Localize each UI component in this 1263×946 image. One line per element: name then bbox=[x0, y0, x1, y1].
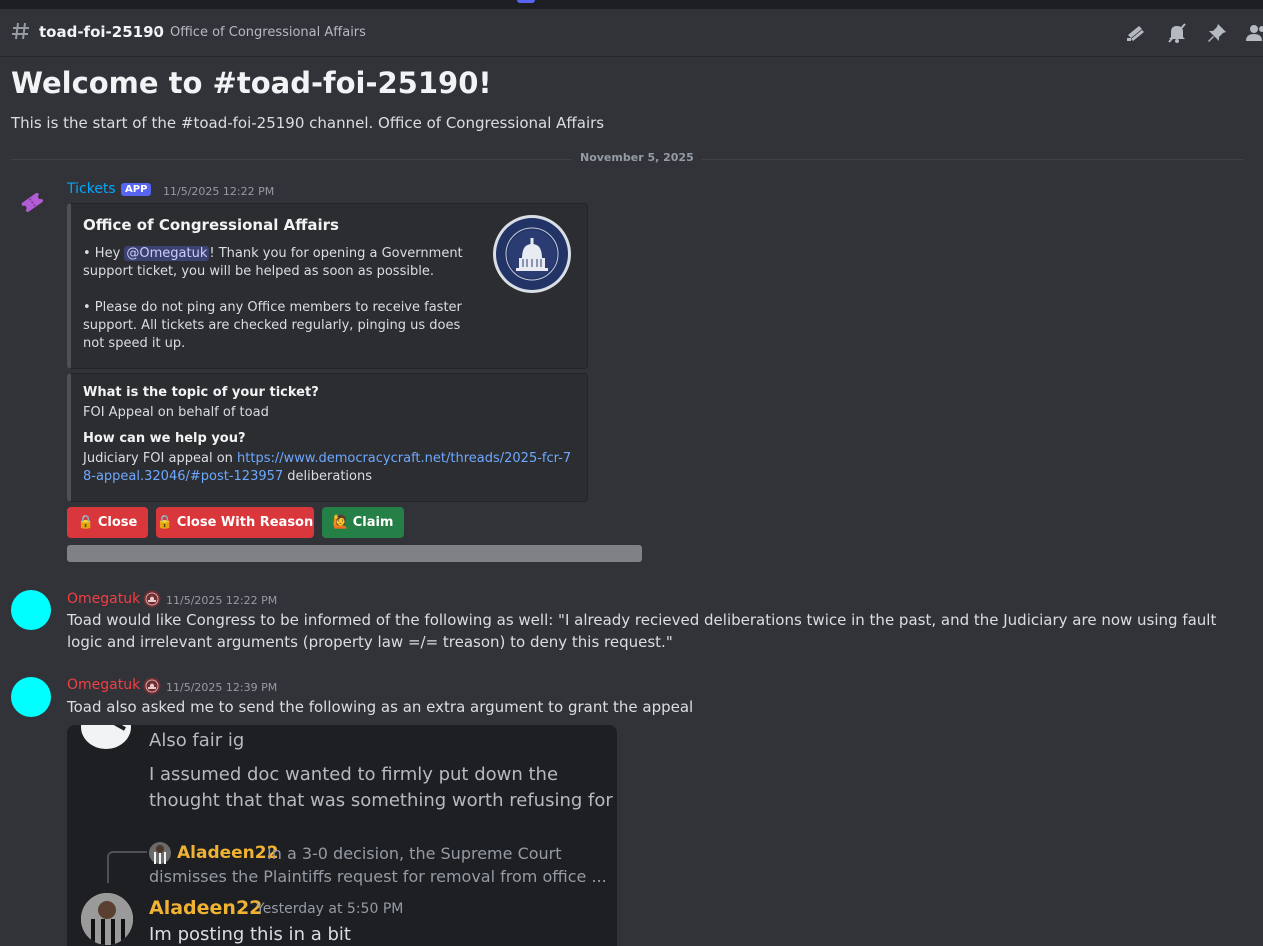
message-timestamp: 11/5/2025 12:22 PM bbox=[166, 594, 278, 607]
author-avatar bbox=[81, 893, 133, 945]
user-avatar bbox=[81, 725, 131, 749]
welcome-title: Welcome to #toad-foi-25190! bbox=[11, 66, 492, 100]
ticket-embed: Office of Congressional Affairs • Hey @O… bbox=[67, 203, 588, 369]
embed-title: Office of Congressional Affairs bbox=[83, 216, 339, 234]
message-author[interactable]: Omegatuk bbox=[67, 677, 140, 693]
embed-line-1: • Hey @Omegatuk! Thank you for opening a… bbox=[83, 245, 483, 281]
lock-icon: 🔒 bbox=[77, 515, 94, 530]
claim-button[interactable]: 🙋 Claim bbox=[322, 507, 404, 538]
welcome-subtitle: This is the start of the #toad-foi-25190… bbox=[11, 114, 605, 132]
field-value-help-suffix: deliberations bbox=[283, 469, 373, 484]
reply-preview-line: dismisses the Plaintiffs request for rem… bbox=[149, 867, 607, 886]
embed-line-1-prefix: • Hey bbox=[83, 246, 125, 261]
attachment-message: Im posting this in a bit bbox=[149, 924, 351, 945]
channel-hash-icon bbox=[11, 20, 31, 44]
screenshot-attachment[interactable]: Also fair ig I assumed doc wanted to fir… bbox=[67, 725, 617, 946]
channel-header: toad-foi-25190 • Office of Congressional… bbox=[0, 9, 1263, 57]
avatar[interactable] bbox=[11, 677, 51, 717]
members-icon[interactable] bbox=[1246, 23, 1263, 43]
app-badge: APP bbox=[121, 183, 152, 196]
close-with-reason-label: Close With Reason bbox=[176, 515, 314, 530]
avatar[interactable] bbox=[11, 590, 51, 630]
field-value-topic: FOI Appeal on behalf of toad bbox=[83, 405, 269, 420]
message-author[interactable]: Tickets bbox=[67, 181, 116, 197]
threads-icon[interactable] bbox=[1125, 23, 1147, 43]
reply-preview-line: In a 3-0 decision, the Supreme Court bbox=[267, 844, 562, 863]
close-button[interactable]: 🔒 Close bbox=[67, 507, 148, 538]
reply-connector bbox=[107, 851, 147, 883]
channel-name: toad-foi-25190 bbox=[39, 23, 164, 41]
window-top-strip bbox=[0, 0, 1263, 9]
lock-icon: 🔒 bbox=[156, 515, 173, 530]
field-name-help: How can we help you? bbox=[83, 431, 246, 446]
attachment-author: Aladeen22 bbox=[149, 897, 263, 919]
user-mention[interactable]: @Omegatuk bbox=[124, 246, 210, 261]
ticket-fields-embed: What is the topic of your ticket? FOI Ap… bbox=[67, 373, 588, 502]
header-separator: • bbox=[154, 24, 162, 38]
loading-placeholder-bar bbox=[67, 545, 642, 562]
message-timestamp: 11/5/2025 12:39 PM bbox=[166, 681, 278, 694]
reply-avatar bbox=[149, 842, 171, 864]
reply-author: Aladeen22 bbox=[177, 843, 279, 863]
congress-seal-image[interactable] bbox=[492, 214, 572, 294]
claim-button-label: Claim bbox=[352, 515, 394, 530]
date-divider-label: November 5, 2025 bbox=[572, 151, 702, 164]
close-with-reason-button[interactable]: 🔒 Close With Reason bbox=[156, 507, 314, 538]
message-content: Toad would like Congress to be informed … bbox=[67, 611, 1217, 651]
message-content: Toad also asked me to send the following… bbox=[67, 698, 694, 716]
mute-bell-icon[interactable] bbox=[1166, 23, 1188, 43]
attachment-text-line: Also fair ig bbox=[149, 730, 245, 751]
message-timestamp: 11/5/2025 12:22 PM bbox=[163, 185, 275, 198]
role-seal-icon bbox=[143, 677, 161, 695]
field-name-topic: What is the topic of your ticket? bbox=[83, 385, 319, 400]
author-name[interactable]: Omegatuk bbox=[67, 677, 140, 693]
message-author[interactable]: Omegatuk bbox=[67, 591, 140, 607]
attachment-text-line: thought that that was something worth re… bbox=[149, 790, 613, 811]
embed-line-2: • Please do not ping any Office members … bbox=[83, 300, 462, 351]
close-button-label: Close bbox=[97, 515, 138, 530]
role-seal-icon bbox=[143, 590, 161, 608]
ticket-bot-avatar[interactable] bbox=[19, 190, 45, 214]
attachment-timestamp: Yesterday at 5:50 PM bbox=[256, 901, 404, 917]
pin-icon[interactable] bbox=[1206, 23, 1228, 43]
author-name[interactable]: Omegatuk bbox=[67, 591, 140, 607]
top-indicator bbox=[517, 0, 535, 3]
field-value-help: Judiciary FOI appeal on https://www.demo… bbox=[83, 450, 573, 486]
person-raising-hand-icon: 🙋 bbox=[332, 515, 349, 530]
channel-topic[interactable]: Office of Congressional Affairs bbox=[170, 25, 366, 40]
field-value-help-prefix: Judiciary FOI appeal on bbox=[83, 451, 238, 466]
attachment-text-line: I assumed doc wanted to firmly put down … bbox=[149, 764, 559, 785]
